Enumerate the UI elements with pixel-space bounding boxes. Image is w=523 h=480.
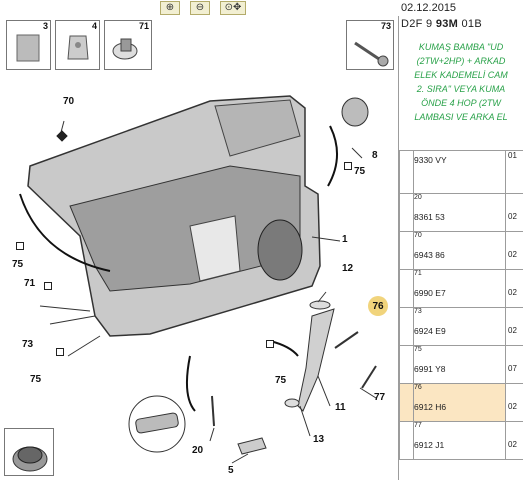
qty-cell: 01: [505, 150, 523, 194]
part-number: 6912 H6: [414, 402, 447, 412]
marker-75-mid: [266, 340, 274, 348]
qty-value: 02: [508, 440, 517, 449]
qty-value: 02: [508, 402, 517, 411]
ref-number: 73: [414, 308, 422, 315]
zoom-out-icon[interactable]: ⊖: [190, 1, 210, 15]
qty-value: 02: [508, 326, 517, 335]
qty-cell: 02: [505, 421, 523, 460]
part-12-shape: [309, 300, 331, 310]
table-row[interactable]: 71 6990 E7 02: [399, 269, 523, 308]
qty-cell: 02: [505, 269, 523, 308]
code-suffix: 01B: [458, 18, 482, 30]
qty-value: 07: [508, 364, 517, 373]
zoom-in-icon[interactable]: ⊕: [160, 1, 180, 15]
qty-cell: 02: [505, 193, 523, 232]
ref-number: 20: [414, 194, 422, 201]
part-number: 6943 86: [414, 250, 445, 260]
callout-13[interactable]: 13: [313, 434, 324, 445]
table-row[interactable]: 77 6912 J1 02: [399, 421, 523, 460]
part-5-shape: [237, 437, 267, 455]
callout-11[interactable]: 11: [335, 402, 346, 413]
callout-1[interactable]: 1: [342, 234, 348, 245]
part-number: 6990 E7: [414, 288, 446, 298]
table-row[interactable]: 73 6924 E9 02: [399, 307, 523, 346]
callout-71[interactable]: 71: [24, 278, 35, 289]
callout-75-bottom[interactable]: 75: [30, 374, 41, 385]
ref-number: 70: [414, 232, 422, 239]
callout-5[interactable]: 5: [228, 465, 234, 476]
callout-75-left[interactable]: 75: [12, 259, 23, 270]
marker-75-right: [344, 162, 352, 170]
part-20-shape: [211, 395, 215, 427]
parts-table: 9330 VY 01 20 8361 53 02 70 6943 86 02 71 6…: [399, 150, 523, 460]
qty-cell: 02: [505, 383, 523, 422]
part-8-shape: [341, 97, 369, 127]
callout-75-right[interactable]: 75: [354, 166, 365, 177]
door-panel: [27, 95, 321, 337]
marker-75-bottom: [56, 348, 64, 356]
exploded-diagram: 3 4 71 73 70 8 75 1 75 71 73 75 12 76 75…: [0, 16, 399, 480]
part-11-shape: [297, 308, 335, 412]
callout-76[interactable]: 76: [368, 296, 388, 316]
ref-number: 75: [414, 346, 422, 353]
table-row[interactable]: 70 6943 86 02: [399, 231, 523, 270]
qty-cell: 07: [505, 345, 523, 384]
part-number: 8361 53: [414, 212, 445, 222]
description-line: (2TW+2HP) + ARKAD: [416, 56, 506, 66]
part-76-shape: [334, 331, 359, 349]
marker-71: [44, 282, 52, 290]
callout-20[interactable]: 20: [192, 445, 203, 456]
callout-12[interactable]: 12: [342, 263, 353, 274]
parts-panel: 02.12.2015 D2F 9 93M 01B KUMAŞ BAMBA "UD…: [399, 0, 523, 480]
ref-number: 77: [414, 422, 422, 429]
description-line: ÖNDE 4 HOP (2TW: [421, 98, 501, 108]
description-line: 2. SIRA" VEYA KUMA: [416, 84, 506, 94]
marker-75-left: [16, 242, 24, 250]
part-number: 6912 J1: [414, 440, 445, 450]
callout-8[interactable]: 8: [372, 150, 378, 161]
callout-73[interactable]: 73: [22, 339, 33, 350]
callout-70[interactable]: 70: [63, 96, 74, 107]
table-row[interactable]: 75 6991 Y8 07: [399, 345, 523, 384]
description-line: ELEK KADEMELİ CAM: [414, 70, 508, 80]
part-number: 6924 E9: [414, 326, 446, 336]
callout-77[interactable]: 77: [374, 392, 385, 403]
part-77-shape: [361, 365, 377, 389]
table-row[interactable]: 20 8361 53 02: [399, 193, 523, 232]
qty-value: 02: [508, 250, 517, 259]
ref-number: 71: [414, 270, 422, 277]
description-text: KUMAŞ BAMBA "UD (2TW+2HP) + ARKAD ELEK K…: [399, 40, 523, 150]
callout-75-mid[interactable]: 75: [275, 375, 286, 386]
qty-value: 02: [508, 288, 517, 297]
description-line: LAMBASI VE ARKA EL: [414, 112, 508, 122]
zoom-fit-icon[interactable]: ⊙✥: [220, 1, 246, 15]
zoom-toolbar: ⊕ ⊖ ⊙✥: [0, 0, 398, 16]
table-row-selected[interactable]: 76 6912 H6 02: [399, 383, 523, 422]
qty-cell: 02: [505, 231, 523, 270]
qty-cell: 02: [505, 307, 523, 346]
model-code: D2F 9 93M 01B: [401, 18, 482, 30]
date-label: 02.12.2015: [401, 2, 457, 14]
part-13-shape: [284, 398, 300, 408]
ref-number: 76: [414, 384, 422, 391]
description-line: KUMAŞ BAMBA "UD: [418, 42, 504, 52]
code-bold: 93M: [435, 18, 459, 30]
part-number: 9330 VY: [414, 155, 447, 165]
qty-value: 02: [508, 212, 517, 221]
part-number: 6991 Y8: [414, 364, 446, 374]
code-prefix: D2F 9: [401, 18, 436, 30]
table-row[interactable]: 9330 VY 01: [399, 150, 523, 194]
